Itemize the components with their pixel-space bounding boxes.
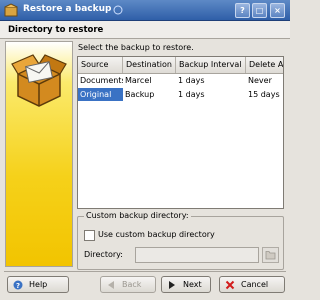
title-decoration-icon bbox=[113, 5, 123, 15]
cell-delete-after: 15 days bbox=[248, 90, 280, 99]
instruction-text: Select the backup to restore. bbox=[78, 43, 194, 52]
backup-list[interactable]: Source Destination Backup Interval Delet… bbox=[77, 56, 284, 209]
svg-text:?: ? bbox=[16, 282, 20, 290]
help-icon: ? bbox=[13, 280, 23, 290]
folder-open-icon bbox=[265, 251, 276, 260]
column-backup-interval[interactable]: Backup Interval bbox=[176, 57, 246, 73]
help-button-label: Help bbox=[29, 280, 48, 289]
restore-backup-dialog: Restore a backup ? □ × Directory to rest… bbox=[0, 0, 290, 300]
box-envelope-icon bbox=[11, 54, 67, 107]
next-button-label: Next bbox=[183, 280, 202, 289]
backup-app-icon bbox=[4, 3, 18, 17]
cell-delete-after: Never bbox=[248, 76, 272, 85]
use-custom-directory-label[interactable]: Use custom backup directory bbox=[98, 230, 215, 239]
use-custom-directory-checkbox[interactable] bbox=[84, 230, 95, 241]
back-arrow-icon bbox=[108, 281, 114, 289]
directory-input[interactable] bbox=[135, 247, 259, 263]
cell-interval: 1 days bbox=[178, 90, 205, 99]
cancel-icon bbox=[225, 280, 235, 290]
cancel-button-label: Cancel bbox=[241, 280, 269, 289]
cell-source: Original bbox=[78, 88, 123, 101]
column-delete-after[interactable]: Delete A bbox=[246, 57, 283, 73]
cell-destination: Backup bbox=[125, 90, 155, 99]
close-button[interactable]: × bbox=[270, 3, 285, 18]
cell-interval: 1 days bbox=[178, 76, 205, 85]
window-title: Restore a backup bbox=[23, 4, 112, 14]
page-title: Directory to restore bbox=[8, 25, 104, 35]
list-header: Source Destination Backup Interval Delet… bbox=[78, 57, 283, 74]
column-source[interactable]: Source bbox=[78, 57, 123, 73]
group-title: Custom backup directory: bbox=[84, 211, 191, 220]
cancel-button[interactable]: Cancel bbox=[219, 276, 285, 293]
context-help-button[interactable]: ? bbox=[235, 3, 250, 18]
next-button[interactable]: Next bbox=[161, 276, 211, 293]
directory-label: Directory: bbox=[84, 250, 123, 259]
page-header: Directory to restore bbox=[0, 21, 290, 39]
table-row-selected[interactable]: Original Backup 1 days 15 days bbox=[78, 88, 283, 101]
custom-directory-group: Custom backup directory: Use custom back… bbox=[77, 211, 284, 270]
back-button[interactable]: Back bbox=[100, 276, 156, 293]
back-button-label: Back bbox=[122, 280, 142, 289]
title-bar[interactable]: Restore a backup ? □ × bbox=[0, 0, 290, 21]
help-button[interactable]: ? Help bbox=[7, 276, 69, 293]
cell-source: Documents bbox=[80, 76, 123, 85]
maximize-button[interactable]: □ bbox=[252, 3, 267, 18]
next-arrow-icon bbox=[169, 281, 175, 289]
column-destination[interactable]: Destination bbox=[123, 57, 176, 73]
wizard-side-panel bbox=[5, 41, 73, 267]
button-separator bbox=[4, 271, 286, 272]
browse-directory-button[interactable] bbox=[262, 247, 279, 263]
table-row[interactable]: Documents Marcel 1 days Never bbox=[78, 74, 283, 87]
cell-destination: Marcel bbox=[125, 76, 152, 85]
